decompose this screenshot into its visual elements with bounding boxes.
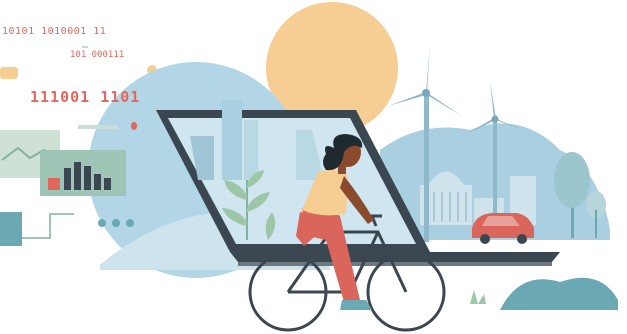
grey-bar [78,125,118,129]
orange-chip [0,67,18,79]
binary-text-2: 101 000111 [70,50,125,60]
bush-right [500,277,618,310]
binary-text-1: 10101 1010001 11 [2,26,107,37]
circuit-line [22,213,74,239]
teal-panel [0,212,22,246]
progress-dots [98,219,134,227]
red-pill [131,122,137,130]
grass-tuft [470,290,486,304]
mini-bars [82,46,88,48]
bar-chart-red-block [48,178,60,190]
binary-text-3: 111001 1101 [30,88,141,106]
sustainable-tech-illustration: 10101 1010001 11 101 000111 111001 1101 [0,0,627,334]
